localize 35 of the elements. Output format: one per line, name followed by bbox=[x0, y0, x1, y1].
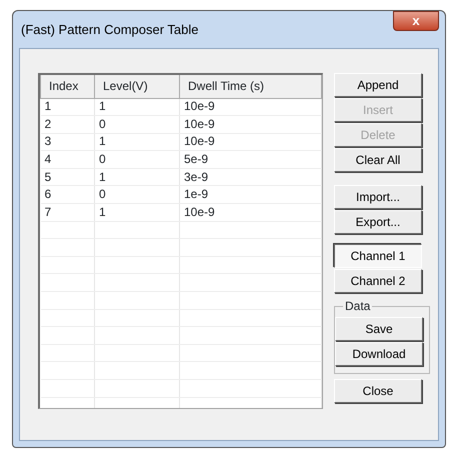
data-button[interactable]: Save bbox=[335, 317, 423, 341]
channel-button[interactable]: Channel 1 bbox=[334, 244, 422, 268]
table-cell: 4 bbox=[40, 150, 94, 168]
action-button[interactable]: Clear All bbox=[334, 148, 422, 172]
window-title: (Fast) Pattern Composer Table bbox=[20, 20, 198, 39]
table-cell: 1 bbox=[94, 133, 180, 151]
channel-button[interactable]: Channel 2 bbox=[334, 269, 422, 293]
table-cell: 3e-9 bbox=[180, 168, 322, 186]
action-button[interactable]: Export... bbox=[334, 210, 422, 234]
close-dialog-button[interactable]: Close bbox=[334, 379, 422, 403]
table-cell: 1 bbox=[94, 168, 180, 186]
table-cell: 10e-9 bbox=[180, 204, 322, 222]
table-cell: 6 bbox=[40, 186, 94, 204]
table-cell: 7 bbox=[40, 204, 94, 222]
column-header[interactable]: Index bbox=[40, 75, 94, 98]
group-title: Data bbox=[343, 299, 372, 313]
table-cell: 10e-9 bbox=[180, 133, 322, 151]
column-header[interactable]: Dwell Time (s) bbox=[180, 75, 322, 98]
table-cell: 1 bbox=[94, 204, 180, 222]
table-cell: 0 bbox=[94, 150, 180, 168]
table-cell: 1 bbox=[94, 98, 180, 116]
data-button[interactable]: Download bbox=[335, 342, 423, 366]
table-cell: 10e-9 bbox=[180, 98, 322, 116]
table-cell: 2 bbox=[40, 116, 94, 134]
action-button[interactable]: Append bbox=[334, 73, 422, 97]
table-cell: 10e-9 bbox=[180, 116, 322, 134]
table-cell: 3 bbox=[40, 133, 94, 151]
column-header[interactable]: Level(V) bbox=[94, 75, 180, 98]
table-cell: 1 bbox=[40, 98, 94, 116]
action-button[interactable]: Import... bbox=[334, 185, 422, 209]
table-cell: 0 bbox=[94, 116, 180, 134]
table-cell: 5 bbox=[40, 168, 94, 186]
table-cell: 0 bbox=[94, 186, 180, 204]
table-cell: 1e-9 bbox=[180, 186, 322, 204]
table-cell: 5e-9 bbox=[180, 150, 322, 168]
